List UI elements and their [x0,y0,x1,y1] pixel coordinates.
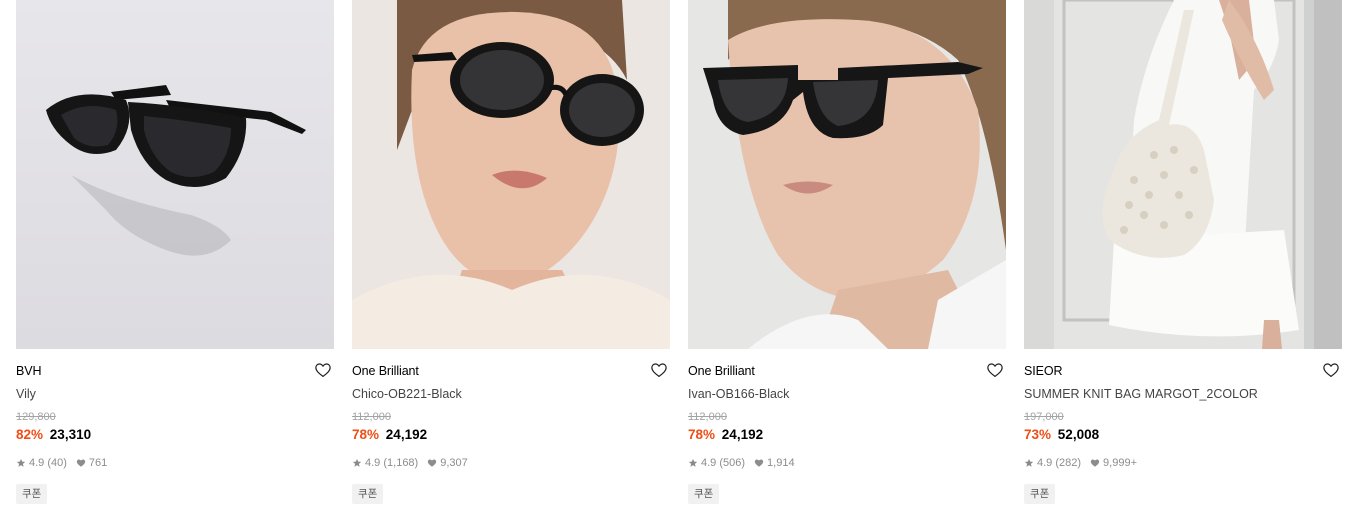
product-stats: 4.9 (506) 1,914 [688,456,1006,470]
star-icon [1024,458,1034,467]
product-grid: BVH Vily 129,800 82% 23,310 4.9 (40) 761… [16,0,1342,519]
wishlist-heart-icon[interactable] [1322,361,1340,379]
likes-count: 9,999+ [1103,457,1137,469]
original-price: 112,000 [352,411,391,423]
product-card[interactable]: One Brilliant Ivan-OB166-Black 112,000 7… [688,0,1006,519]
discount-rate: 78% [688,427,716,442]
sale-price: 23,310 [49,427,92,442]
discount-rate: 82% [16,427,44,442]
discount-rate: 78% [352,427,380,442]
original-price: 129,800 [16,411,56,423]
original-price: 197,000 [1024,411,1064,423]
product-name[interactable]: Vily [16,386,334,402]
heart-filled-icon [76,459,86,467]
price-row: 82% 23,310 [16,427,334,443]
coupon-badge: 쿠폰 [16,484,48,504]
coupon-badge: 쿠폰 [1024,484,1056,504]
rating-value: 4.9 [365,457,381,469]
price-row: 78% 24,192 [352,427,670,443]
wishlist-heart-icon[interactable] [650,361,668,379]
brand-name[interactable]: SIEOR [1024,363,1342,379]
discount-rate: 73% [1024,427,1052,442]
product-card[interactable]: SIEOR SUMMER KNIT BAG MARGOT_2COLOR 197,… [1024,0,1342,519]
heart-filled-icon [1090,459,1100,467]
likes-count: 9,307 [440,457,468,469]
price-row: 78% 24,192 [688,427,1006,443]
product-name[interactable]: Ivan-OB166-Black [688,386,1006,402]
product-card[interactable]: One Brilliant Chico-OB221-Black 112,000 … [352,0,670,519]
heart-filled-icon [428,459,437,467]
rating-value: 4.9 [701,457,717,469]
price-row: 73% 52,008 [1024,427,1342,443]
product-image[interactable] [688,0,1006,349]
brand-name[interactable]: One Brilliant [688,363,1006,379]
product-image[interactable] [352,0,670,349]
review-count: (1,168) [383,457,419,469]
star-icon [352,458,362,467]
original-price: 112,000 [688,411,727,423]
sale-price: 52,008 [1057,427,1100,442]
coupon-badge: 쿠폰 [688,484,720,504]
star-icon [16,458,26,467]
product-stats: 4.9 (282) 9,999+ [1024,456,1342,470]
star-icon [688,458,698,467]
wishlist-heart-icon[interactable] [314,361,332,379]
product-name[interactable]: SUMMER KNIT BAG MARGOT_2COLOR [1024,386,1342,402]
coupon-badge: 쿠폰 [352,484,384,504]
heart-filled-icon [754,459,764,467]
review-count: (282) [1055,457,1082,469]
product-name[interactable]: Chico-OB221-Black [352,386,670,402]
product-stats: 4.9 (1,168) 9,307 [352,456,670,470]
product-image[interactable] [16,0,334,349]
rating-value: 4.9 [29,457,45,469]
rating-value: 4.9 [1037,457,1053,469]
sale-price: 24,192 [721,427,764,442]
review-count: (40) [47,457,67,469]
product-stats: 4.9 (40) 761 [16,456,334,470]
product-image[interactable] [1024,0,1342,349]
wishlist-heart-icon[interactable] [986,361,1004,379]
brand-name[interactable]: One Brilliant [352,363,670,379]
product-card[interactable]: BVH Vily 129,800 82% 23,310 4.9 (40) 761… [16,0,334,519]
likes-count: 1,914 [767,457,795,469]
brand-name[interactable]: BVH [16,363,334,379]
likes-count: 761 [88,457,108,469]
sale-price: 24,192 [385,427,428,442]
review-count: (506) [719,457,746,469]
